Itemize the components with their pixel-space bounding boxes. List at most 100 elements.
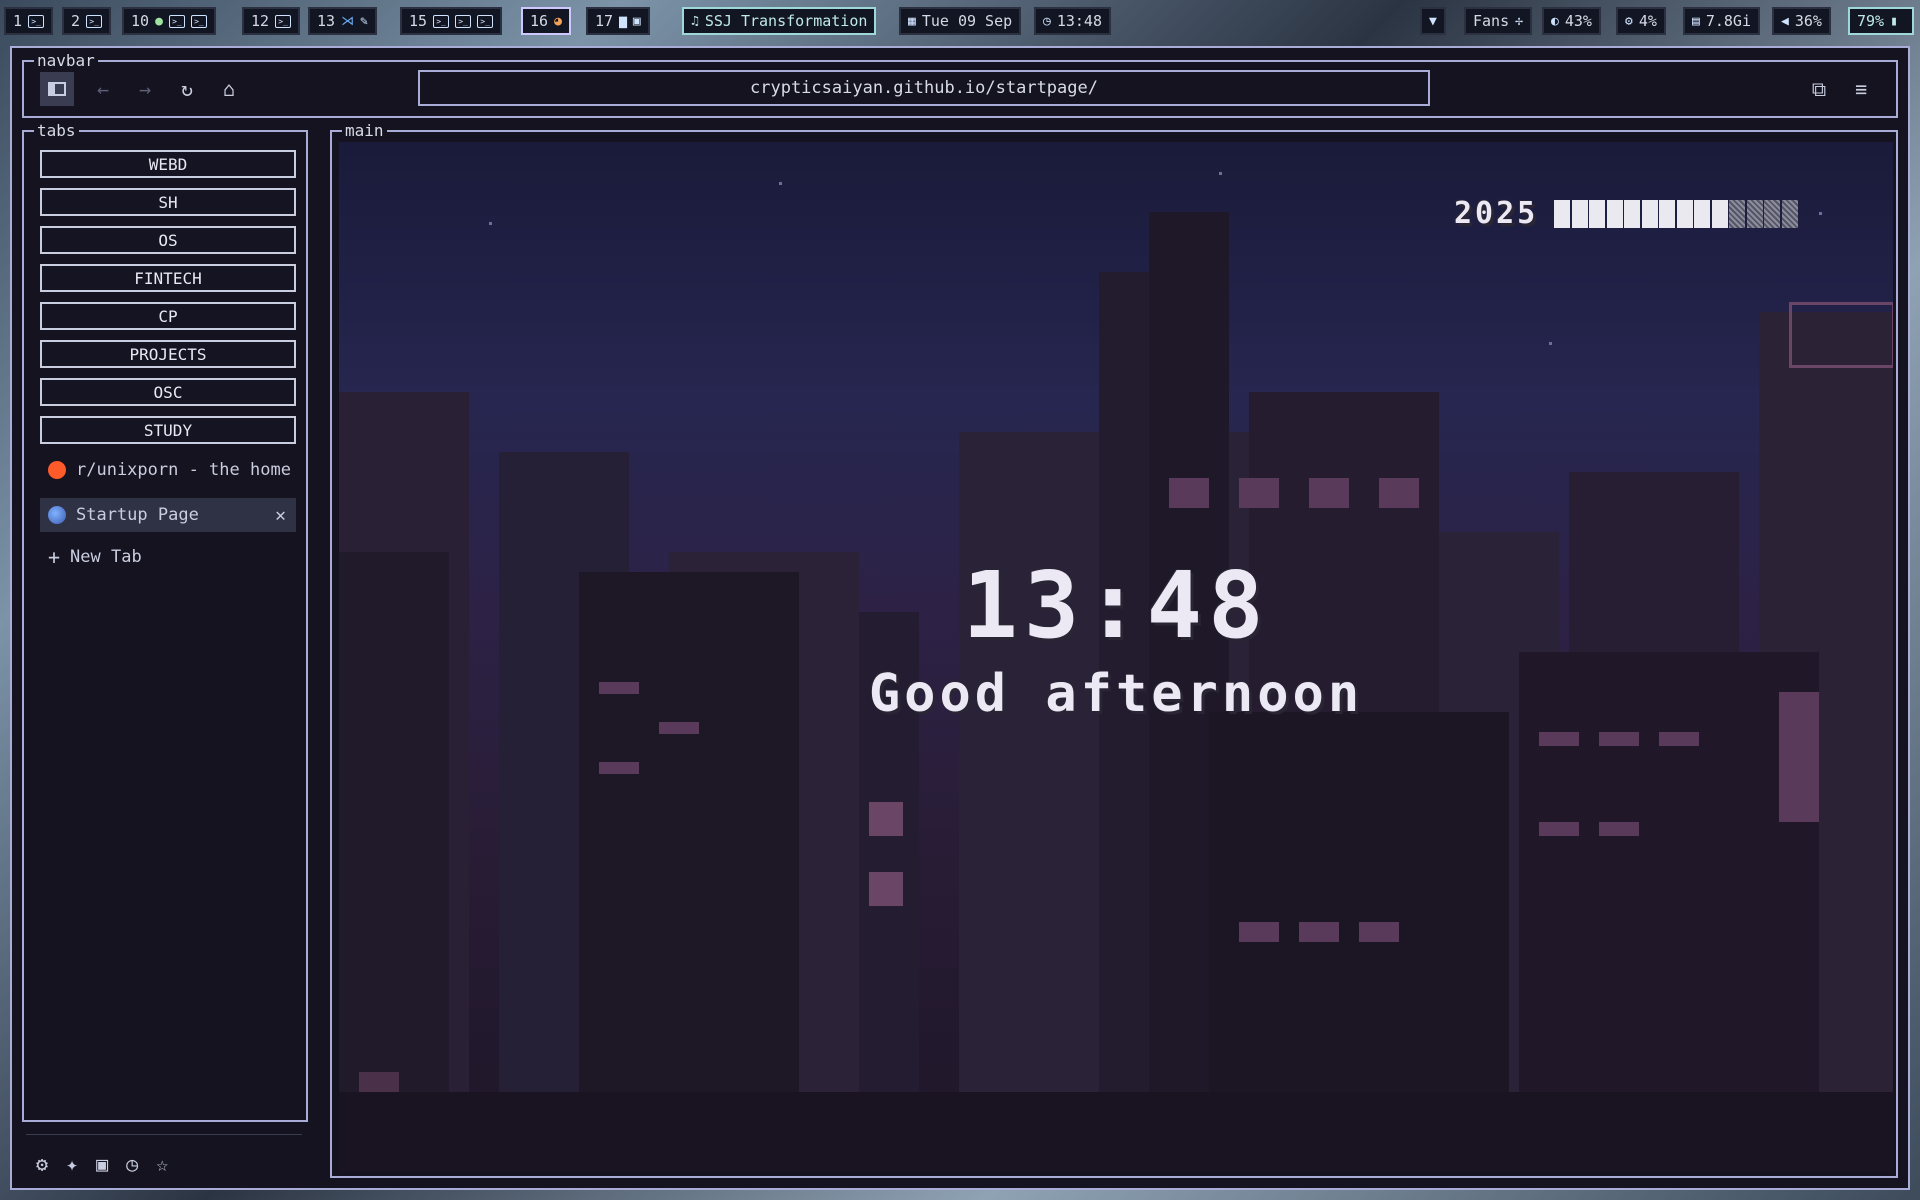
fans-widget[interactable]: Fans ✢ <box>1464 7 1532 35</box>
sidebar-toggle-button[interactable] <box>40 72 74 106</box>
tab-group-os[interactable]: OS <box>40 226 296 254</box>
bookmarks-icon[interactable]: ☆ <box>156 1152 168 1176</box>
volume-icon: ◀ <box>1781 13 1789 29</box>
date-widget[interactable]: ▦ Tue 09 Sep <box>899 7 1022 35</box>
tab-title: Startup Page <box>76 505 199 525</box>
url-text: crypticsaiyan.github.io/startpage/ <box>750 78 1098 98</box>
clock-widget[interactable]: ◷ 13:48 <box>1034 7 1111 35</box>
workspace-10[interactable]: 10 ● >_ >_ <box>122 7 216 35</box>
progress-segment-filled <box>1624 199 1641 228</box>
battery-widget[interactable]: 79% ▮ <box>1848 7 1914 35</box>
terminal-icon: >_ <box>190 14 207 28</box>
fans-label: Fans <box>1473 12 1510 30</box>
workspace-13[interactable]: 13 ⋊ ✎ <box>308 7 377 35</box>
terminal-icon: >_ <box>477 14 494 28</box>
main-panel: main 2025 13:48 Good afternoon <box>330 121 1898 1178</box>
volume-widget[interactable]: ◀ 36% <box>1772 7 1831 35</box>
firefox-icon <box>48 506 66 524</box>
editor-icon: ✎ <box>360 13 368 29</box>
brightness-widget[interactable]: ◐ 43% <box>1542 7 1601 35</box>
tab-group-projects[interactable]: PROJECTS <box>40 340 296 368</box>
divider <box>26 1134 302 1135</box>
music-note-icon: ♫ <box>691 13 699 29</box>
progress-segment-filled <box>1676 199 1693 228</box>
url-bar[interactable]: crypticsaiyan.github.io/startpage/ <box>418 70 1430 106</box>
progress-segment-empty <box>1781 199 1798 228</box>
workspace-1[interactable]: 1 >_ <box>4 7 54 35</box>
arrow-left-icon: ← <box>96 77 110 101</box>
spotify-icon: ● <box>155 13 163 29</box>
vscode-icon: ⋊ <box>341 13 355 29</box>
back-button[interactable]: ← <box>86 72 120 106</box>
tab-group-webd[interactable]: WEBD <box>40 150 296 178</box>
battery-value: 79% <box>1857 12 1885 30</box>
workspace-12[interactable]: 12 >_ <box>242 7 301 35</box>
tab-group-sh[interactable]: SH <box>40 188 296 216</box>
reddit-icon <box>48 461 66 479</box>
progress-segment-filled <box>1554 199 1571 228</box>
tabs-label: tabs <box>34 121 79 140</box>
workspace-17[interactable]: 17 ▆ ▣ <box>586 7 650 35</box>
cpu-value: 4% <box>1638 12 1657 30</box>
terminal-icon: >_ <box>275 14 292 28</box>
network-widget[interactable]: ▼ <box>1420 7 1446 35</box>
workspace-16[interactable]: 16 ◕ <box>521 7 571 35</box>
ws-num: 12 <box>251 12 270 30</box>
progress-segment-filled <box>1589 199 1606 228</box>
tab-title: r/unixporn - the home <box>76 460 291 480</box>
ws-num: 15 <box>409 12 428 30</box>
navbar-label: navbar <box>34 51 98 70</box>
new-tab-label: New Tab <box>70 547 142 567</box>
workspace-2[interactable]: 2 >_ <box>62 7 112 35</box>
close-tab-icon[interactable]: ✕ <box>275 505 286 526</box>
folder-icon: ▆ <box>619 13 627 29</box>
system-top-bar: 1 >_ 2 >_ 10 ● >_ >_ 12 >_ 13 ⋊ ✎ 15 >_ >_ >_ 16 ◕ 1… <box>0 0 1920 42</box>
main-label: main <box>342 121 387 140</box>
year-label: 2025 <box>1454 196 1539 231</box>
ws-num: 10 <box>131 12 150 30</box>
home-icon: ⌂ <box>222 77 236 101</box>
tab-unixporn[interactable]: r/unixporn - the home <box>40 453 296 487</box>
progress-segment-filled <box>1641 199 1658 228</box>
date-text: Tue 09 Sep <box>921 12 1013 30</box>
tab-group-cp[interactable]: CP <box>40 302 296 330</box>
reload-icon: ↻ <box>180 77 194 101</box>
tab-group-study[interactable]: STUDY <box>40 416 296 444</box>
settings-icon[interactable]: ⚙ <box>36 1152 48 1176</box>
terminal-icon: >_ <box>168 14 185 28</box>
forward-button[interactable]: → <box>128 72 162 106</box>
save-icon[interactable]: ▣ <box>96 1152 108 1176</box>
progress-segment-empty <box>1764 199 1781 228</box>
workspace-15[interactable]: 15 >_ >_ >_ <box>400 7 503 35</box>
progress-segment-empty <box>1746 199 1763 228</box>
ws-num: 2 <box>71 12 81 30</box>
wifi-icon: ▼ <box>1429 13 1437 29</box>
sidebar-icon <box>48 82 66 96</box>
new-tab-button[interactable]: + New Tab <box>40 540 296 574</box>
tab-group-osc[interactable]: OSC <box>40 378 296 406</box>
year-progress-bar <box>1554 199 1799 228</box>
ws-num: 1 <box>13 12 23 30</box>
ws-num: 13 <box>317 12 336 30</box>
history-icon[interactable]: ◷ <box>126 1152 138 1176</box>
extensions-button[interactable]: ⧉ <box>1802 72 1836 106</box>
sidebar-bottom-tools: ⚙ ✦ ▣ ◷ ☆ <box>36 1152 168 1176</box>
music-widget[interactable]: ♫ SSJ Transformation <box>682 7 877 35</box>
battery-icon: ▮ <box>1890 13 1898 29</box>
tab-startup-page[interactable]: Startup Page ✕ <box>40 498 296 532</box>
menu-button[interactable]: ≡ <box>1844 72 1878 106</box>
terminal-icon: >_ <box>455 14 472 28</box>
main-clock: 13:48 <box>962 552 1270 659</box>
memory-widget[interactable]: ▤ 7.8Gi <box>1683 7 1760 35</box>
fan-icon: ✢ <box>1515 13 1523 29</box>
clock-icon: ◷ <box>1043 13 1051 29</box>
reload-button[interactable]: ↻ <box>170 72 204 106</box>
home-button[interactable]: ⌂ <box>212 72 246 106</box>
progress-segment-filled <box>1711 199 1728 228</box>
tab-group-fintech[interactable]: FINTECH <box>40 264 296 292</box>
cpu-widget[interactable]: ⚙ 4% <box>1616 7 1666 35</box>
plus-icon: + <box>48 545 61 569</box>
ai-sparkle-icon[interactable]: ✦ <box>66 1152 78 1176</box>
progress-segment-filled <box>1606 199 1623 228</box>
progress-segment-empty <box>1729 199 1746 228</box>
